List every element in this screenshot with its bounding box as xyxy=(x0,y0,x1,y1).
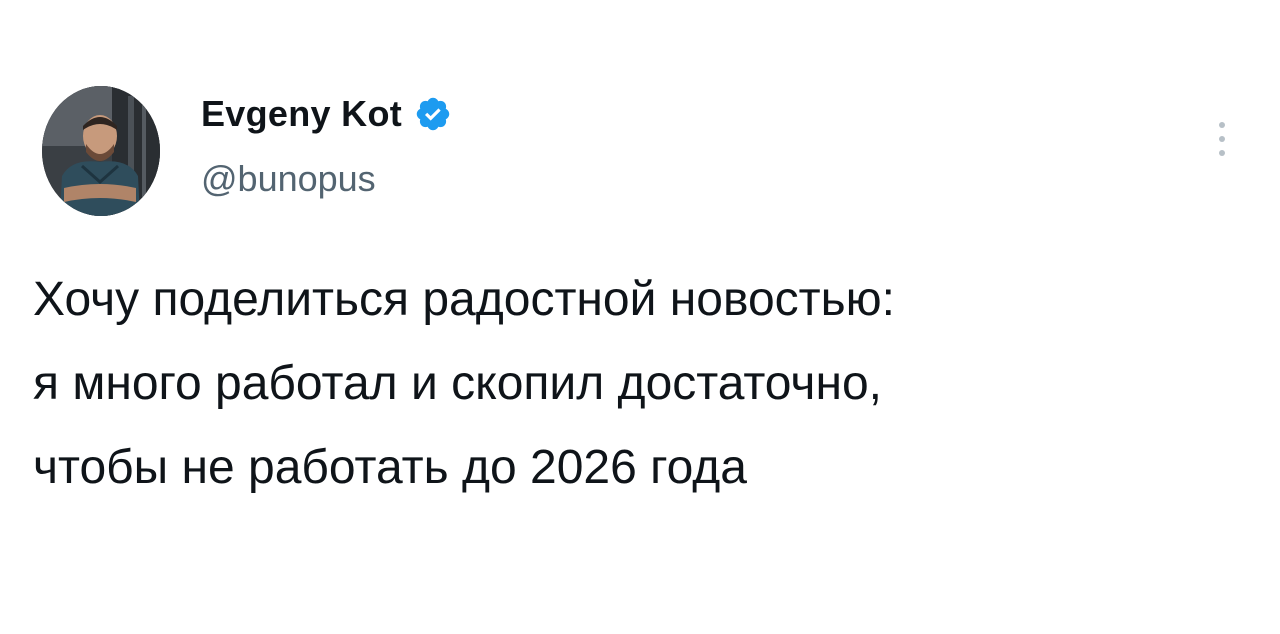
avatar[interactable] xyxy=(42,86,160,216)
more-vertical-icon xyxy=(1219,136,1225,142)
author-name[interactable]: Evgeny Kot xyxy=(201,92,402,136)
tweet-text-line: Хочу поделиться радостной новостью: xyxy=(33,273,895,326)
tweet-text: Хочу поделиться радостной новостью: я мн… xyxy=(33,258,1233,510)
more-vertical-icon xyxy=(1219,150,1225,156)
tweet-text-line: я много работал и скопил достаточно, xyxy=(33,357,882,410)
verified-badge-icon[interactable] xyxy=(414,95,452,133)
tweet-card: Evgeny Kot @bunopus Хочу поделиться радо… xyxy=(0,0,1280,634)
avatar-photo xyxy=(42,86,160,216)
author-name-row: Evgeny Kot xyxy=(201,92,452,136)
more-options-button[interactable] xyxy=(1207,112,1237,166)
more-vertical-icon xyxy=(1219,122,1225,128)
author-handle[interactable]: @bunopus xyxy=(201,157,376,201)
tweet-text-line: чтобы не работать до 2026 года xyxy=(33,441,747,494)
